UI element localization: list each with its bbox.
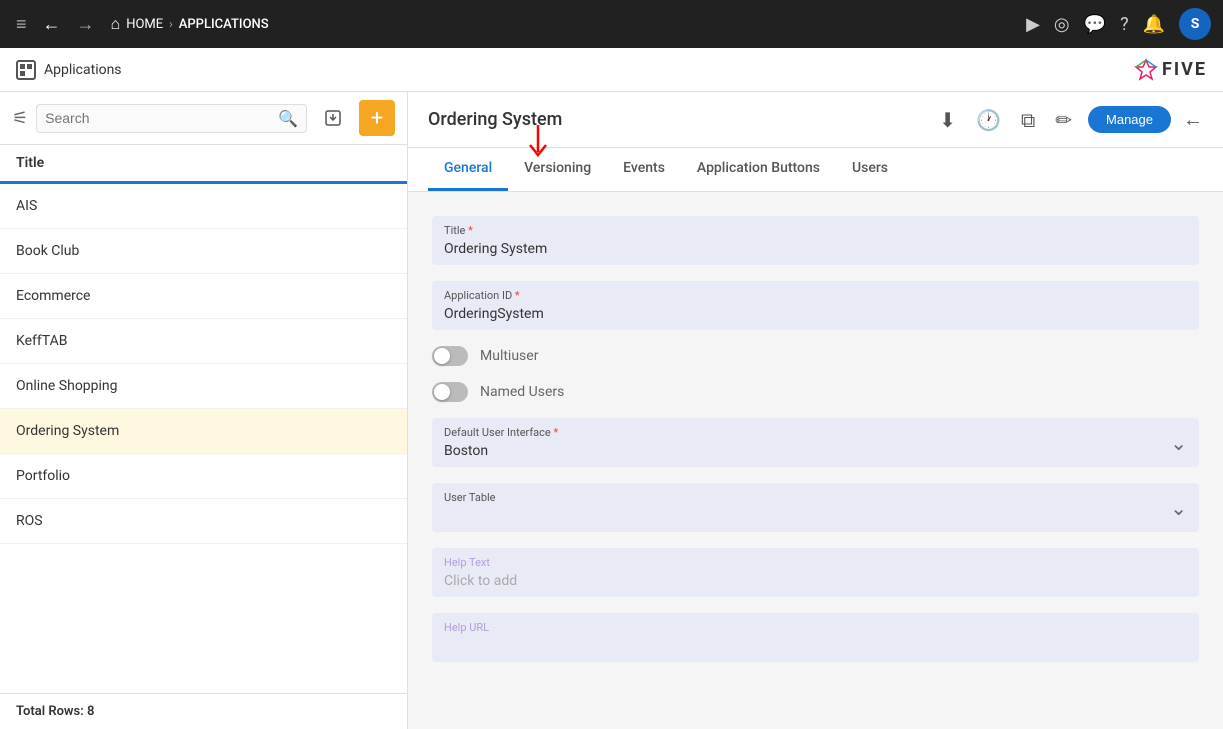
list-item[interactable]: Portfolio [0, 454, 407, 499]
help-url-field[interactable]: Help URL [432, 613, 1199, 662]
right-panel: Ordering System ⬇ 🕐 ⧉ ✏ Manage ← General… [408, 92, 1223, 729]
user-table-dropdown-icon[interactable]: ⌄ [1170, 496, 1187, 520]
edit-icon[interactable]: ✏ [1051, 104, 1076, 136]
panel-title: Ordering System [428, 109, 562, 130]
search-box[interactable]: 🔍 [36, 104, 307, 133]
help-text-label: Help Text [444, 556, 1187, 569]
help-icon[interactable]: ? [1120, 14, 1129, 35]
list-item[interactable]: Ecommerce [0, 274, 407, 319]
app-id-field[interactable]: Application ID * OrderingSystem [432, 281, 1199, 330]
list-items: AIS Book Club Ecommerce KeffTAB Online S… [0, 184, 407, 693]
apps-label[interactable]: APPLICATIONS [179, 17, 269, 32]
back-nav-icon[interactable]: ← [39, 10, 65, 39]
app-icon [16, 60, 36, 80]
help-text-field[interactable]: Help Text Click to add [432, 548, 1199, 597]
home-label[interactable]: HOME [126, 17, 163, 32]
app-id-label: Application ID * [444, 289, 1187, 302]
multiuser-toggle[interactable] [432, 346, 468, 366]
help-url-label: Help URL [444, 621, 1187, 634]
forward-nav-icon[interactable]: → [73, 10, 99, 39]
five-logo-text: FIVE [1162, 59, 1207, 80]
panel-back-icon[interactable]: ← [1183, 107, 1203, 132]
menu-icon[interactable]: ≡ [12, 10, 31, 39]
left-panel: ⚟ 🔍 + Title AIS Book Club Ecommerce Keff… [0, 92, 408, 729]
list-item[interactable]: AIS [0, 184, 407, 229]
tab-versioning[interactable]: Versioning [508, 148, 607, 191]
named-users-toggle[interactable] [432, 382, 468, 402]
list-item-active[interactable]: Ordering System [0, 409, 407, 454]
list-item[interactable]: Online Shopping [0, 364, 407, 409]
title-field[interactable]: Title * Ordering System [432, 216, 1199, 265]
five-logo: FIVE [1134, 58, 1207, 82]
sub-header-title: Applications [44, 62, 122, 78]
list-item[interactable]: ROS [0, 499, 407, 544]
avatar[interactable]: S [1179, 8, 1211, 40]
list-header: Title [0, 145, 407, 184]
multiuser-label: Multiuser [480, 348, 538, 364]
user-table-field[interactable]: User Table ⌄ [432, 483, 1199, 532]
search-icon: 🔍 [278, 109, 298, 128]
default-ui-value[interactable]: Boston [444, 443, 1170, 459]
help-text-placeholder[interactable]: Click to add [444, 573, 517, 589]
breadcrumb: ⌂ HOME › APPLICATIONS [111, 14, 269, 34]
default-ui-label: Default User Interface * [444, 426, 1170, 439]
manage-button[interactable]: Manage [1088, 106, 1171, 133]
copy-icon[interactable]: ⧉ [1017, 104, 1039, 136]
home-icon: ⌂ [111, 14, 121, 34]
tab-general[interactable]: General [428, 148, 508, 191]
toolbar: ⚟ 🔍 + [0, 92, 407, 145]
add-button[interactable]: + [359, 100, 395, 136]
search-input[interactable] [45, 110, 278, 126]
default-ui-content: Default User Interface * Boston [444, 426, 1170, 459]
tab-users[interactable]: Users [836, 148, 904, 191]
download-icon[interactable]: ⬇ [935, 104, 960, 136]
breadcrumb-sep1: › [169, 17, 173, 31]
default-ui-field[interactable]: Default User Interface * Boston ⌄ [432, 418, 1199, 467]
top-right-icons: ▶ ◎ 💬 ? 🔔 S [1026, 8, 1211, 40]
export-button[interactable] [315, 100, 351, 136]
bell-icon[interactable]: 🔔 [1143, 14, 1165, 35]
list-footer: Total Rows: 8 [0, 693, 407, 729]
named-users-label: Named Users [480, 384, 564, 400]
user-table-content: User Table [444, 491, 1170, 524]
title-value[interactable]: Ordering System [444, 241, 1187, 257]
title-label: Title * [444, 224, 1187, 237]
sub-header: Applications FIVE [0, 48, 1223, 92]
main-layout: ⚟ 🔍 + Title AIS Book Club Ecommerce Keff… [0, 92, 1223, 729]
filter-icon[interactable]: ⚟ [12, 108, 28, 129]
play-icon[interactable]: ▶ [1026, 14, 1040, 35]
user-table-label: User Table [444, 491, 1170, 504]
list-item[interactable]: KeffTAB [0, 319, 407, 364]
form-area: Title * Ordering System Application ID *… [408, 192, 1223, 729]
broadcast-icon[interactable]: ◎ [1054, 14, 1070, 35]
tab-application-buttons[interactable]: Application Buttons [681, 148, 836, 191]
tabs: General Versioning Events Application Bu… [408, 148, 1223, 192]
five-star-icon [1134, 58, 1158, 82]
user-table-value[interactable] [444, 508, 1170, 524]
right-panel-header: Ordering System ⬇ 🕐 ⧉ ✏ Manage ← [408, 92, 1223, 148]
app-id-value[interactable]: OrderingSystem [444, 306, 1187, 322]
chat-icon[interactable]: 💬 [1084, 14, 1106, 35]
named-users-row: Named Users [432, 382, 1199, 402]
top-nav: ≡ ← → ⌂ HOME › APPLICATIONS ▶ ◎ 💬 ? 🔔 S [0, 0, 1223, 48]
list-item[interactable]: Book Club [0, 229, 407, 274]
tab-events[interactable]: Events [607, 148, 681, 191]
app-title-bar: Applications [16, 60, 122, 80]
panel-actions: ⬇ 🕐 ⧉ ✏ Manage ← [935, 104, 1203, 136]
multiuser-row: Multiuser [432, 346, 1199, 366]
history-icon[interactable]: 🕐 [972, 104, 1005, 136]
default-ui-dropdown-icon[interactable]: ⌄ [1170, 431, 1187, 455]
